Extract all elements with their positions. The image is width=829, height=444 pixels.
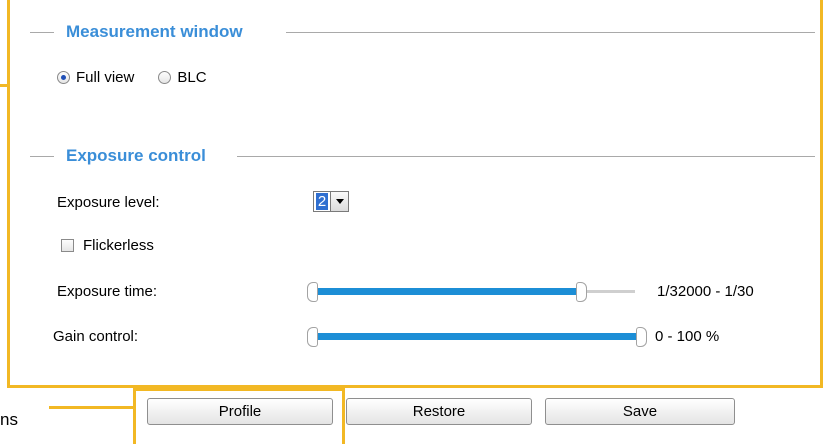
flickerless-label[interactable]: Flickerless [83, 237, 154, 254]
exposure-level-label: Exposure level: [57, 194, 160, 211]
slider-min-handle[interactable] [307, 282, 318, 302]
measurement-options: Full view BLC [57, 69, 231, 86]
fieldset-line-left [30, 156, 54, 157]
gain-control-label: Gain control: [53, 328, 139, 345]
callout-label: ns [0, 410, 18, 429]
slider-min-handle[interactable] [307, 327, 318, 347]
gain-control-value: 0 - 100 % [655, 328, 720, 345]
flickerless-checkbox[interactable] [61, 239, 74, 252]
gain-control-slider[interactable] [307, 326, 647, 348]
slider-max-handle[interactable] [636, 327, 647, 347]
frame-pointer [0, 84, 8, 87]
measurement-fieldset-header: Measurement window [30, 22, 815, 42]
dropdown-arrow-icon[interactable] [330, 191, 349, 212]
slider-max-handle[interactable] [576, 282, 588, 302]
profile-button[interactable]: Profile [147, 398, 333, 425]
full-view-radio[interactable] [57, 71, 70, 84]
fieldset-line-left [30, 32, 54, 33]
blc-label[interactable]: BLC [177, 69, 206, 86]
slider-fill [312, 333, 642, 340]
callout-pointer-line [49, 406, 133, 409]
slider-fill [312, 288, 582, 295]
exposure-fieldset-header: Exposure control [30, 146, 815, 166]
restore-button[interactable]: Restore [346, 398, 532, 425]
exposure-level-select[interactable]: 2 [313, 191, 349, 212]
measurement-window-title: Measurement window [66, 22, 243, 41]
save-button[interactable]: Save [545, 398, 735, 425]
flickerless-row: Flickerless [61, 237, 154, 254]
exposure-time-label: Exposure time: [57, 283, 158, 300]
fieldset-line-right [286, 32, 815, 33]
exposure-control-title: Exposure control [66, 146, 206, 165]
exposure-time-slider[interactable] [307, 281, 635, 303]
full-view-label[interactable]: Full view [76, 69, 134, 86]
fieldset-line-right [237, 156, 815, 157]
blc-radio[interactable] [158, 71, 172, 84]
exposure-level-value[interactable]: 2 [313, 191, 330, 212]
exposure-time-value: 1/32000 - 1/30 [657, 283, 754, 300]
